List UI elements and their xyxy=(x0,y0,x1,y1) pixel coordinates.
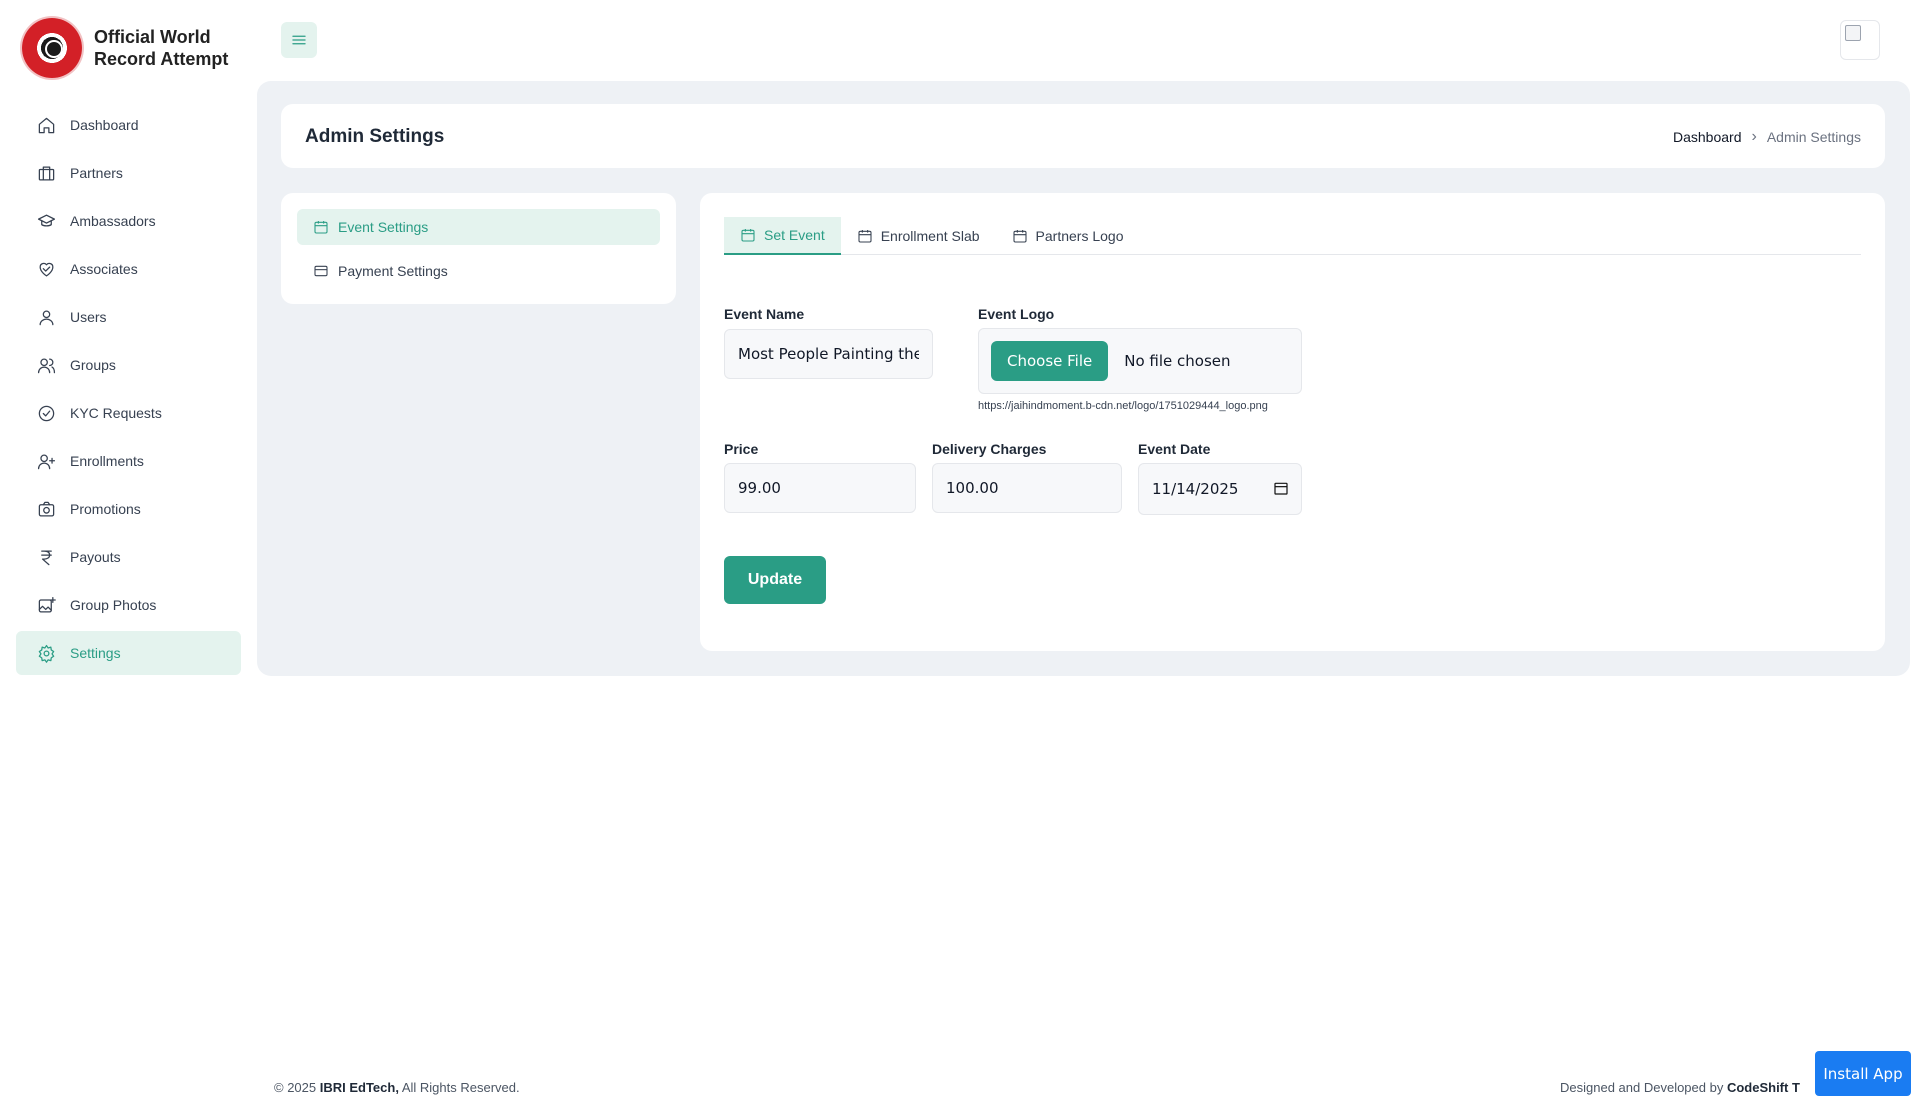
menu-toggle-button[interactable] xyxy=(281,22,317,58)
price-input[interactable] xyxy=(724,463,916,513)
sidebar: Official World Record Attempt Dashboard … xyxy=(0,0,257,1111)
tab-label: Partners Logo xyxy=(1035,228,1124,244)
brand[interactable]: Official World Record Attempt xyxy=(22,18,228,78)
sidebar-item-payouts[interactable]: Payouts xyxy=(16,535,241,579)
calendar-icon xyxy=(858,230,872,243)
sidebar-item-label: Payouts xyxy=(70,549,121,565)
footer-copyright: © 2025 IBRI EdTech, All Rights Reserved. xyxy=(274,1080,520,1095)
settings-item-label: Event Settings xyxy=(338,219,429,235)
sidebar-item-associates[interactable]: Associates xyxy=(16,247,241,291)
user-plus-icon xyxy=(36,451,56,471)
file-status: No file chosen xyxy=(1124,352,1231,370)
calendar-icon[interactable] xyxy=(1273,480,1289,496)
sidebar-item-dashboard[interactable]: Dashboard xyxy=(16,103,241,147)
sidebar-item-label: Settings xyxy=(70,645,121,661)
install-app-button[interactable]: Install App xyxy=(1815,1051,1911,1096)
tab-label: Set Event xyxy=(764,227,825,243)
sidebar-item-groups[interactable]: Groups xyxy=(16,343,241,387)
event-date-label: Event Date xyxy=(1138,441,1211,457)
calendar-icon xyxy=(1012,230,1027,243)
heart-handshake-icon xyxy=(36,259,56,279)
sidebar-item-label: Enrollments xyxy=(70,453,144,469)
hamburger-icon xyxy=(292,35,306,45)
calendar-icon xyxy=(741,229,755,242)
rupee-icon xyxy=(36,547,56,567)
sidebar-item-partners[interactable]: Partners xyxy=(16,151,241,195)
event-name-label: Event Name xyxy=(724,306,805,322)
tab-label: Enrollment Slab xyxy=(880,228,980,244)
breadcrumb-dashboard-link[interactable]: Dashboard xyxy=(1673,129,1742,145)
sidebar-item-label: Dashboard xyxy=(70,117,139,133)
settings-item-label: Payment Settings xyxy=(338,263,448,279)
avatar[interactable] xyxy=(1840,20,1880,60)
event-logo-label: Event Logo xyxy=(978,306,1055,322)
camera-icon xyxy=(36,499,56,519)
event-settings-card: Set Event Enrollment Slab Partners Logo … xyxy=(700,193,1885,651)
sidebar-item-ambassadors[interactable]: Ambassadors xyxy=(16,199,241,243)
sidebar-item-label: Group Photos xyxy=(70,597,157,613)
sidebar-item-kyc-requests[interactable]: KYC Requests xyxy=(16,391,241,435)
sidebar-item-label: Promotions xyxy=(70,501,141,517)
brand-line-2: Record Attempt xyxy=(94,49,229,69)
users-icon xyxy=(36,355,56,375)
tab-set-event[interactable]: Set Event xyxy=(724,217,841,255)
breadcrumb-current: Admin Settings xyxy=(1766,129,1861,145)
event-name-input[interactable] xyxy=(724,329,933,379)
sidebar-item-label: Groups xyxy=(70,357,116,373)
calendar-icon xyxy=(314,221,328,234)
credit-card-icon xyxy=(314,265,328,277)
settings-item-payment-settings[interactable]: Payment Settings xyxy=(297,253,660,289)
page-header: Admin Settings Dashboard › Admin Setting… xyxy=(281,104,1885,168)
designed-prefix: Designed and Developed by xyxy=(1560,1080,1727,1095)
settings-menu: Event Settings Payment Settings xyxy=(281,193,676,304)
sidebar-item-enrollments[interactable]: Enrollments xyxy=(16,439,241,483)
delivery-charges-label: Delivery Charges xyxy=(932,441,1047,457)
brand-name: Official World Record Attempt xyxy=(94,26,228,70)
price-label: Price xyxy=(724,441,759,457)
check-circle-icon xyxy=(36,403,56,423)
sidebar-item-label: KYC Requests xyxy=(70,405,162,421)
copyright-prefix: © 2025 xyxy=(274,1080,320,1095)
event-date-field xyxy=(1138,463,1302,515)
sidebar-item-promotions[interactable]: Promotions xyxy=(16,487,241,531)
sidebar-item-users[interactable]: Users xyxy=(16,295,241,339)
user-icon xyxy=(36,307,56,327)
company-name: IBRI EdTech, xyxy=(319,1080,399,1095)
brand-line-1: Official World xyxy=(94,27,211,47)
settings-item-event-settings[interactable]: Event Settings xyxy=(297,209,660,245)
sidebar-item-label: Ambassadors xyxy=(70,213,156,229)
graduation-cap-icon xyxy=(36,211,56,231)
home-icon xyxy=(36,115,56,135)
footer-credits: Designed and Developed by CodeShift T xyxy=(1560,1080,1800,1095)
delivery-charges-input[interactable] xyxy=(932,463,1122,513)
tab-partners-logo[interactable]: Partners Logo xyxy=(996,217,1140,255)
sidebar-item-label: Partners xyxy=(70,165,123,181)
settings-tabs: Set Event Enrollment Slab Partners Logo xyxy=(724,217,1861,255)
choose-file-button[interactable]: Choose File xyxy=(991,341,1109,381)
chevron-right-icon: › xyxy=(1751,128,1757,145)
sidebar-item-group-photos[interactable]: Group Photos xyxy=(16,583,241,627)
image-plus-icon xyxy=(36,595,56,615)
tab-enrollment-slab[interactable]: Enrollment Slab xyxy=(841,217,996,255)
sidebar-item-label: Users xyxy=(70,309,107,325)
update-button[interactable]: Update xyxy=(724,556,826,604)
event-logo-file-input[interactable]: Choose File No file chosen xyxy=(978,328,1302,394)
breadcrumb: Dashboard › Admin Settings xyxy=(1673,128,1861,146)
designer-name[interactable]: CodeShift T xyxy=(1727,1080,1800,1095)
sidebar-nav: Dashboard Partners Ambassadors Associate… xyxy=(16,103,241,679)
sidebar-item-label: Associates xyxy=(70,261,138,277)
rights-text: All Rights Reserved. xyxy=(398,1080,520,1095)
briefcase-icon xyxy=(36,163,56,183)
sidebar-item-settings[interactable]: Settings xyxy=(16,631,241,675)
logo-url: https://jaihindmoment.b-cdn.net/logo/175… xyxy=(978,400,1268,412)
gear-icon xyxy=(36,643,56,663)
brand-logo xyxy=(22,18,82,78)
page-title: Admin Settings xyxy=(305,126,445,147)
